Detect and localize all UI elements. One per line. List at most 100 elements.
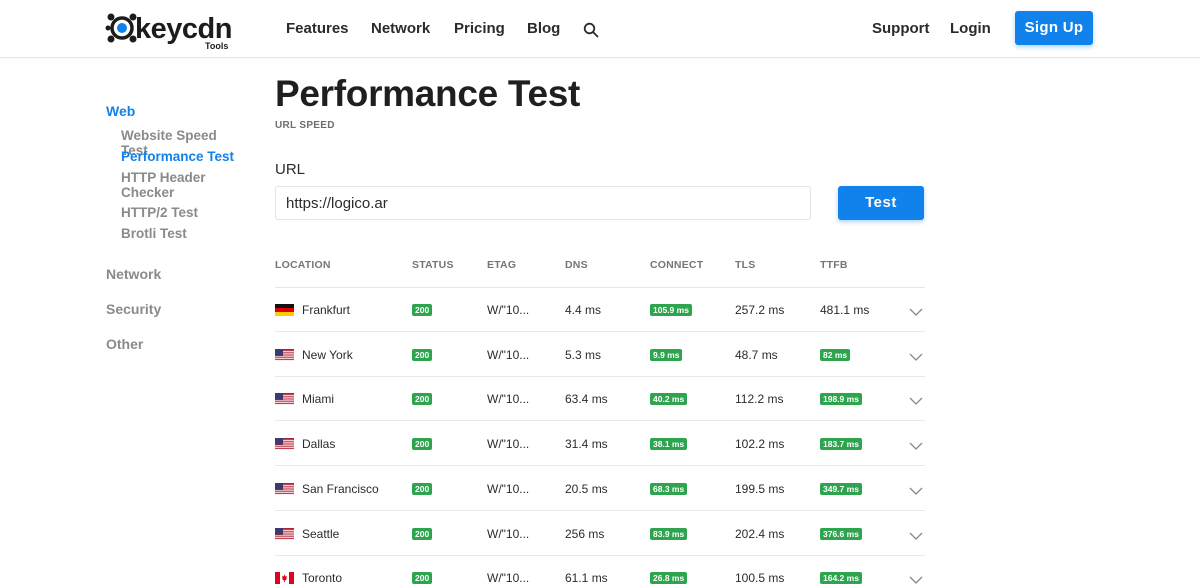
canada-flag-icon [275, 572, 294, 585]
tls-value: 100.5 ms [735, 571, 785, 586]
search-icon[interactable] [583, 22, 599, 38]
sidebar-category-other[interactable]: Other [106, 336, 143, 352]
nav-network[interactable]: Network [371, 20, 430, 37]
connect-badge: 105.9 ms [650, 304, 692, 316]
usa-flag-icon [275, 482, 294, 495]
usa-flag-icon [275, 527, 294, 540]
sidebar-item-performance-test[interactable]: Performance Test [121, 149, 246, 164]
connect-badge: 68.3 ms [650, 482, 688, 495]
location-name: Frankfurt [302, 303, 351, 317]
logo-subtext: Tools [205, 41, 229, 51]
nav-blog[interactable]: Blog [527, 20, 560, 37]
keycdn-logo[interactable]: keycdn Tools [105, 10, 235, 54]
connect-badge: 9.9 ms [650, 348, 683, 361]
chevron-down-icon[interactable] [909, 307, 923, 317]
table-row[interactable]: Toronto 200 W/"10... 61.1 ms 26.8 ms 100.5 ms… [275, 556, 925, 588]
chevron-down-icon[interactable] [909, 441, 923, 451]
dns-value: 4.4 ms [565, 303, 602, 317]
status-badge: 200 [412, 482, 433, 495]
ttfb-badge: 183.7 ms [820, 438, 862, 451]
ttfb-badge: 82 ms [820, 348, 851, 361]
tls-value: 102.2 ms [735, 437, 785, 452]
chevron-down-icon[interactable] [909, 531, 923, 541]
location-name: Toronto [302, 571, 343, 586]
sign-up-button[interactable]: Sign Up [1015, 11, 1093, 45]
column-header-status: STATUS [412, 259, 454, 271]
location-name: San Francisco [302, 481, 379, 496]
sidebar-item-http-header-checker[interactable]: HTTP Header Checker [121, 170, 246, 200]
sidebar-category-network[interactable]: Network [106, 266, 161, 282]
column-header-location: LOCATION [275, 259, 331, 271]
etag-value: W/"10... [487, 571, 530, 586]
chevron-down-icon[interactable] [909, 486, 923, 496]
dns-value: 61.1 ms [565, 571, 608, 586]
tls-value: 48.7 ms [735, 347, 778, 362]
dns-value: 63.4 ms [565, 392, 608, 407]
etag-value: W/"10... [487, 481, 530, 496]
status-badge: 200 [412, 438, 433, 451]
sidebar-category-web[interactable]: Web [106, 103, 135, 119]
test-button[interactable]: Test [838, 186, 924, 220]
table-row[interactable]: Seattle 200 W/"10... 256 ms 83.9 ms 202.4 ms 3… [275, 512, 925, 556]
status-badge: 200 [412, 393, 433, 406]
connect-badge: 83.9 ms [650, 527, 688, 540]
chevron-down-icon[interactable] [909, 352, 923, 362]
chevron-down-icon[interactable] [909, 396, 923, 406]
tls-value: 257.2 ms [735, 303, 785, 317]
usa-flag-icon [275, 348, 294, 361]
ttfb-badge: 376.6 ms [820, 527, 862, 540]
status-badge: 200 [412, 527, 433, 540]
tls-value: 199.5 ms [735, 481, 785, 496]
dns-value: 20.5 ms [565, 481, 608, 496]
table-row[interactable]: Dallas 200 W/"10... 31.4 ms 38.1 ms 102.2 ms 1… [275, 422, 925, 467]
location-name: Seattle [302, 526, 340, 541]
tls-value: 202.4 ms [735, 526, 785, 541]
logo-mark-icon [105, 13, 137, 43]
ttfb-value: 481.1 ms [820, 303, 870, 317]
sidebar-category-security[interactable]: Security [106, 301, 161, 317]
sidebar-item-http2-test[interactable]: HTTP/2 Test [121, 205, 246, 220]
ttfb-badge: 198.9 ms [820, 393, 862, 406]
sidebar-item-brotli-test[interactable]: Brotli Test [121, 226, 246, 241]
dns-value: 256 ms [565, 526, 605, 541]
location-name: Miami [302, 392, 334, 407]
etag-value: W/"10... [487, 347, 530, 362]
column-header-connect: CONNECT [650, 259, 704, 271]
url-label: URL [275, 161, 306, 178]
table-row[interactable]: New York 200 W/"10... 5.3 ms 9.9 ms 48.7 ms 82… [275, 333, 925, 377]
column-header-dns: DNS [565, 259, 588, 271]
page-title: Performance Test [275, 73, 581, 114]
column-header-etag: ETAG [487, 259, 517, 271]
connect-badge: 38.1 ms [650, 438, 688, 451]
chevron-down-icon[interactable] [909, 575, 923, 585]
etag-value: W/"10... [487, 392, 530, 407]
page-subtitle: URL SPEED [275, 120, 335, 131]
column-header-tls: TLS [735, 259, 756, 271]
dns-value: 31.4 ms [565, 437, 608, 452]
etag-value: W/"10... [487, 303, 530, 317]
ttfb-badge: 349.7 ms [820, 482, 862, 495]
germany-flag-icon [275, 304, 294, 316]
table-row[interactable]: San Francisco 200 W/"10... 20.5 ms 68.3 ms 19… [275, 467, 925, 511]
table-row[interactable]: Frankfurt 200 W/"10... 4.4 ms 105.9 ms 257.2 … [275, 288, 925, 332]
connect-badge: 26.8 ms [650, 572, 688, 585]
tls-value: 112.2 ms [735, 392, 784, 407]
dns-value: 5.3 ms [565, 347, 602, 362]
location-name: Dallas [302, 437, 336, 452]
nav-support[interactable]: Support [872, 20, 930, 37]
url-input[interactable] [275, 186, 811, 220]
nav-pricing[interactable]: Pricing [454, 20, 505, 37]
status-badge: 200 [412, 304, 433, 316]
location-name: New York [302, 347, 353, 362]
usa-flag-icon [275, 393, 294, 406]
connect-badge: 40.2 ms [650, 393, 688, 406]
nav-login[interactable]: Login [950, 20, 991, 37]
top-navbar: keycdn Tools Features Network Pricing Bl… [0, 0, 1200, 58]
nav-features[interactable]: Features [286, 20, 349, 37]
usa-flag-icon [275, 438, 294, 451]
etag-value: W/"10... [487, 526, 530, 541]
table-row[interactable]: Miami 200 W/"10... 63.4 ms 40.2 ms 112.2 ms 19… [275, 377, 925, 422]
column-header-ttfb: TTFB [820, 259, 848, 271]
etag-value: W/"10... [487, 437, 530, 452]
ttfb-badge: 164.2 ms [820, 572, 862, 585]
